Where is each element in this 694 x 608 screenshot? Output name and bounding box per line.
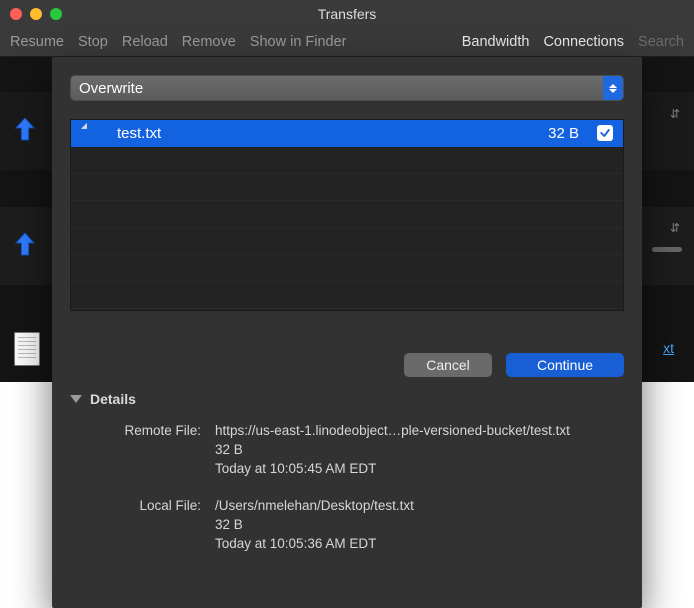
toolbar-show-in-finder[interactable]: Show in Finder — [250, 34, 347, 50]
app-window: Transfers Resume Stop Reload Remove Show… — [0, 0, 694, 608]
file-list-row-empty — [71, 255, 623, 282]
details-grid: Remote File: https://us-east-1.linodeobj… — [70, 423, 624, 551]
zoom-window-button[interactable] — [50, 8, 62, 20]
local-file-size: 32 B — [215, 517, 624, 532]
window-title: Transfers — [0, 6, 694, 22]
sheet-button-row: Cancel Continue — [70, 353, 624, 377]
file-checkbox[interactable] — [597, 125, 613, 141]
titlebar: Transfers — [0, 0, 694, 27]
file-list-row-empty — [71, 201, 623, 228]
remote-file-size: 32 B — [215, 442, 624, 457]
cancel-button[interactable]: Cancel — [404, 353, 492, 377]
action-dropdown[interactable]: Overwrite — [70, 75, 624, 101]
dropdown-selected-label: Overwrite — [79, 80, 143, 97]
remote-file-block: https://us-east-1.linodeobject…ple-versi… — [215, 423, 624, 476]
minimize-window-button[interactable] — [30, 8, 42, 20]
details-header-label: Details — [90, 391, 136, 407]
document-icon — [14, 332, 40, 366]
remote-file-path: https://us-east-1.linodeobject…ple-versi… — [215, 423, 624, 438]
local-file-time: Today at 10:05:36 AM EDT — [215, 536, 624, 551]
file-list: test.txt 32 B — [70, 119, 624, 311]
sort-caret-icon: ⇵ — [670, 107, 680, 121]
file-icon — [87, 123, 103, 143]
close-window-button[interactable] — [10, 8, 22, 20]
toolbar: Resume Stop Reload Remove Show in Finder… — [0, 27, 694, 57]
toolbar-search[interactable]: Search — [638, 34, 684, 50]
local-file-path: /Users/nmelehan/Desktop/test.txt — [215, 498, 624, 513]
disclosure-triangle-icon — [70, 395, 82, 403]
remote-file-label: Remote File: — [70, 423, 215, 476]
dropdown-stepper-icon — [603, 76, 623, 100]
toolbar-resume[interactable]: Resume — [10, 34, 64, 50]
toolbar-bandwidth[interactable]: Bandwidth — [462, 34, 530, 50]
file-name: test.txt — [117, 125, 548, 142]
remote-file-time: Today at 10:05:45 AM EDT — [215, 461, 624, 476]
file-list-row-empty — [71, 228, 623, 255]
file-list-row-empty — [71, 147, 623, 174]
toolbar-reload[interactable]: Reload — [122, 34, 168, 50]
upload-arrow-icon — [14, 116, 36, 147]
upload-arrow-icon — [14, 231, 36, 262]
file-list-row-empty — [71, 174, 623, 201]
file-size: 32 B — [548, 125, 579, 142]
local-file-block: /Users/nmelehan/Desktop/test.txt 32 B To… — [215, 498, 624, 551]
progress-indicator — [652, 247, 682, 252]
sort-caret-icon: ⇵ — [670, 221, 680, 235]
file-list-row[interactable]: test.txt 32 B — [71, 120, 623, 147]
local-file-label: Local File: — [70, 498, 215, 551]
background-link[interactable]: xt — [663, 340, 674, 356]
toolbar-connections[interactable]: Connections — [543, 34, 624, 50]
file-list-row-empty — [71, 282, 623, 309]
toolbar-stop[interactable]: Stop — [78, 34, 108, 50]
window-controls — [10, 8, 62, 20]
continue-button[interactable]: Continue — [506, 353, 624, 377]
details-disclosure[interactable]: Details — [70, 391, 624, 407]
overwrite-sheet: Overwrite test.txt 32 B Cancel Co — [52, 57, 642, 608]
toolbar-remove[interactable]: Remove — [182, 34, 236, 50]
